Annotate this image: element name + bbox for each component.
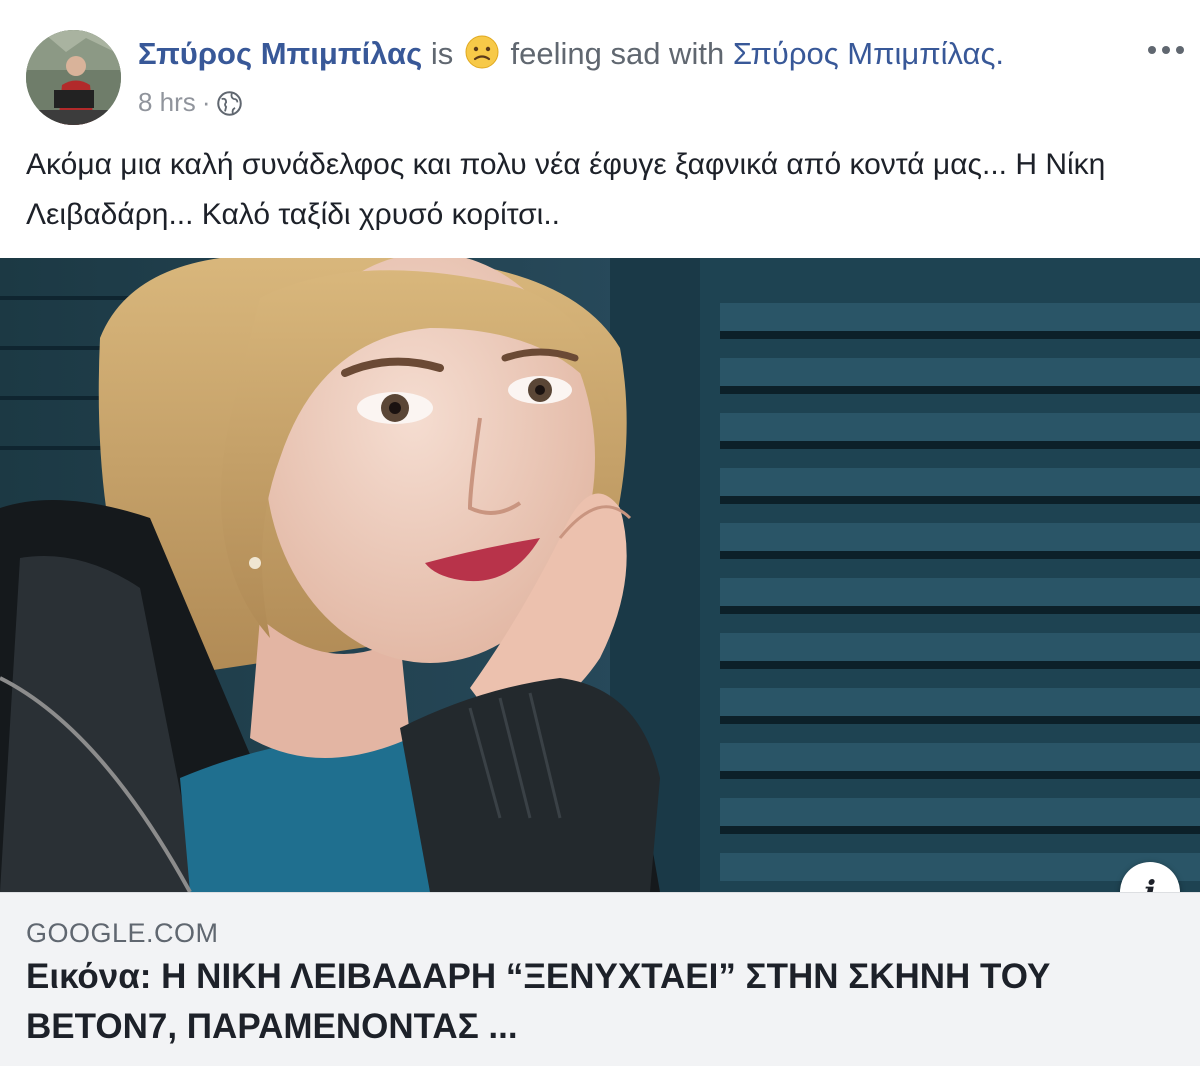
- link-domain: GOOGLE.COM: [26, 918, 219, 948]
- post-body-text: Ακόμα μια καλή συνάδελφος και πολυ νέα έ…: [26, 148, 1106, 231]
- more-dot: [1162, 46, 1170, 54]
- avatar-image: [26, 30, 121, 125]
- meta-separator: ·: [201, 87, 211, 117]
- feeling-text: feeling sad with: [510, 36, 725, 71]
- timestamp-link[interactable]: 8 hrs: [138, 87, 196, 117]
- post-meta: 8 hrs ·: [138, 84, 243, 120]
- tagged-user-link[interactable]: Σπύρος Μπιμπίλας.: [733, 36, 1004, 71]
- link-title[interactable]: Εικόνα: Η ΝΙΚΗ ΛΕΙΒΑΔΑΡΗ “ΞΕΝΥΧΤΑΕΙ” ΣΤΗ…: [26, 952, 1176, 1052]
- ellipsis-icon[interactable]: [1146, 40, 1186, 60]
- more-dot: [1148, 46, 1156, 54]
- globe-icon[interactable]: [216, 90, 243, 117]
- author-name-link[interactable]: Σπύρος Μπιμπίλας: [138, 36, 422, 71]
- post-header: Σπύρος Μπιμπίλας is feeling sad with Σπύ…: [138, 32, 1004, 76]
- author-avatar[interactable]: [26, 30, 121, 125]
- facebook-post: Σπύρος Μπιμπίλας is feeling sad with Σπύ…: [0, 0, 1200, 1066]
- link-preview-image[interactable]: [0, 258, 1200, 892]
- sad-face-emoji-icon: [465, 35, 499, 69]
- more-dot: [1176, 46, 1184, 54]
- portrait-photo: [0, 258, 1200, 892]
- is-text: is: [430, 36, 454, 71]
